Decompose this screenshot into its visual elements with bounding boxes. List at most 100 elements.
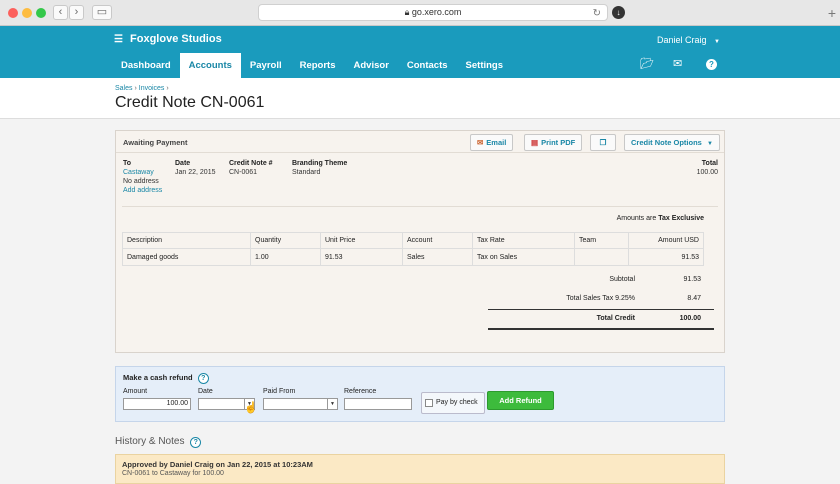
amounts-are: Amounts are Tax Exclusive: [617, 215, 704, 222]
date-field-label: Date: [198, 388, 213, 395]
number-label: Credit Note #: [229, 160, 273, 167]
envelope-icon: ✉: [477, 138, 484, 147]
zoom-window-button[interactable]: [36, 8, 46, 18]
tab-advisor[interactable]: Advisor: [345, 53, 398, 78]
table-row: Damaged goods 1.00 91.53 Sales Tax on Sa…: [122, 248, 704, 266]
main-nav: Dashboard Accounts Payroll Reports Advis…: [112, 53, 512, 78]
col-unit-price: Unit Price: [320, 232, 403, 249]
sidebar-toggle-icon[interactable]: ▭: [92, 5, 112, 20]
status-label: Awaiting Payment: [123, 138, 188, 147]
cash-refund-panel: Make a cash refund ? Amount 100.00 Date …: [115, 366, 725, 422]
amounts-are-label: Amounts are: [616, 215, 657, 222]
cell-account: Sales: [402, 248, 473, 266]
card-toolbar: Awaiting Payment ✉ Email ▤ Print PDF ❐ Cre…: [116, 131, 724, 153]
history-entry-sub: CN-0061 to Castaway for 100.00: [122, 470, 224, 477]
pdf-icon: ▤: [531, 138, 539, 147]
back-icon[interactable]: ‹: [53, 5, 68, 20]
hand-cursor-icon: ☝: [244, 402, 258, 414]
tax-label: Total Sales Tax 9.25%: [566, 295, 635, 302]
tab-contacts[interactable]: Contacts: [398, 53, 457, 78]
tab-accounts[interactable]: Accounts: [179, 53, 241, 78]
number-value: CN-0061: [229, 169, 258, 176]
cell-amount: 91.53: [628, 248, 704, 266]
col-quantity: Quantity: [250, 232, 321, 249]
breadcrumb-separator: ›: [166, 85, 169, 92]
page-content: Sales › Invoices › Credit Note CN-0061 A…: [0, 78, 840, 484]
minimize-window-button[interactable]: [22, 8, 32, 18]
help-icon[interactable]: ?: [197, 373, 209, 384]
address-bar[interactable]: 🔒︎ go.xero.com ↻: [258, 4, 608, 21]
add-refund-button[interactable]: Add Refund: [487, 391, 554, 410]
cell-team: [574, 248, 629, 266]
reload-icon[interactable]: ↻: [593, 6, 601, 21]
tax-value: 8.47: [687, 295, 701, 302]
print-pdf-label: Print PDF: [541, 138, 576, 147]
tab-reports[interactable]: Reports: [291, 53, 345, 78]
help-icon[interactable]: ?: [706, 59, 717, 70]
refund-title-text: Make a cash refund: [123, 373, 193, 382]
mail-icon[interactable]: ✉: [673, 57, 682, 70]
close-window-button[interactable]: [8, 8, 18, 18]
subtotal-label: Subtotal: [609, 276, 635, 283]
print-pdf-button[interactable]: ▤ Print PDF: [524, 134, 583, 151]
menu-list-icon: ☰: [114, 34, 123, 45]
col-description: Description: [122, 232, 251, 249]
help-icon[interactable]: ?: [190, 437, 202, 448]
col-account: Account: [402, 232, 473, 249]
org-menu[interactable]: ☰ Foxglove Studios: [114, 33, 222, 45]
page-title: Credit Note CN-0061: [115, 94, 265, 111]
total-credit-value: 100.00: [679, 315, 701, 322]
pay-by-check-checkbox[interactable]: [425, 399, 433, 407]
col-team: Team: [574, 232, 629, 249]
chevron-down-icon: ▼: [327, 399, 337, 409]
history-title-text: History & Notes: [115, 436, 185, 447]
history-entry-line: Approved by Daniel Craig on Jan 22, 2015…: [122, 460, 313, 469]
breadcrumb-invoices[interactable]: Invoices: [139, 85, 165, 92]
forward-icon[interactable]: ›: [69, 5, 84, 20]
address-text: No address: [123, 178, 159, 185]
date-value: Jan 22, 2015: [175, 169, 216, 176]
breadcrumb-sales[interactable]: Sales: [115, 85, 133, 92]
cell-unit-price: 91.53: [320, 248, 403, 266]
email-button-label: Email: [486, 138, 507, 147]
app-header: ☰ Foxglove Studios Daniel Craig ▼ Dashbo…: [0, 26, 840, 78]
cell-description: Damaged goods: [122, 248, 251, 266]
total-credit-label: Total Credit: [596, 315, 635, 322]
lock-icon: 🔒︎: [404, 7, 410, 17]
pay-by-check-option[interactable]: Pay by check: [421, 392, 485, 414]
caret-down-icon: ▼: [706, 141, 713, 147]
options-label: Credit Note Options: [631, 138, 702, 147]
org-name: Foxglove Studios: [130, 33, 222, 45]
email-button[interactable]: ✉ Email: [470, 134, 514, 151]
files-icon[interactable]: 📂︎: [640, 57, 654, 70]
total-value: 100.00: [696, 169, 718, 176]
browser-toolbar: ‹ › ▭ 🔒︎ go.xero.com ↻ ↓ +: [0, 0, 840, 26]
tab-settings[interactable]: Settings: [457, 53, 512, 78]
tab-dashboard[interactable]: Dashboard: [112, 53, 180, 78]
amount-input[interactable]: 100.00: [123, 398, 191, 410]
add-address-link[interactable]: Add address: [123, 187, 162, 194]
totals-rule: [488, 309, 714, 310]
date-label: Date: [175, 160, 191, 167]
line-items-table: Description Quantity Unit Price Account …: [122, 232, 704, 266]
theme-label: Branding Theme: [292, 160, 348, 167]
user-menu[interactable]: Daniel Craig ▼: [657, 35, 720, 45]
tax-mode: Tax Exclusive: [658, 215, 704, 222]
paid-from-select[interactable]: ▼: [263, 398, 338, 410]
download-icon[interactable]: ↓: [612, 6, 625, 19]
table-header-row: Description Quantity Unit Price Account …: [122, 232, 704, 249]
cell-quantity: 1.00: [250, 248, 321, 266]
paid-from-label: Paid From: [263, 388, 296, 395]
tab-payroll[interactable]: Payroll: [241, 53, 291, 78]
new-tab-icon[interactable]: +: [828, 6, 836, 20]
theme-value: Standard: [292, 169, 321, 176]
user-name: Daniel Craig: [657, 35, 707, 45]
credit-note-options-button[interactable]: Credit Note Options ▼: [624, 134, 720, 151]
reference-input[interactable]: [344, 398, 412, 410]
history-entry: Approved by Daniel Craig on Jan 22, 2015…: [115, 454, 725, 484]
total-double-rule: [488, 328, 714, 330]
to-label: To: [123, 160, 132, 167]
contact-link[interactable]: Castaway: [123, 169, 154, 176]
reference-label: Reference: [344, 388, 377, 395]
copy-button[interactable]: ❐: [590, 134, 616, 151]
